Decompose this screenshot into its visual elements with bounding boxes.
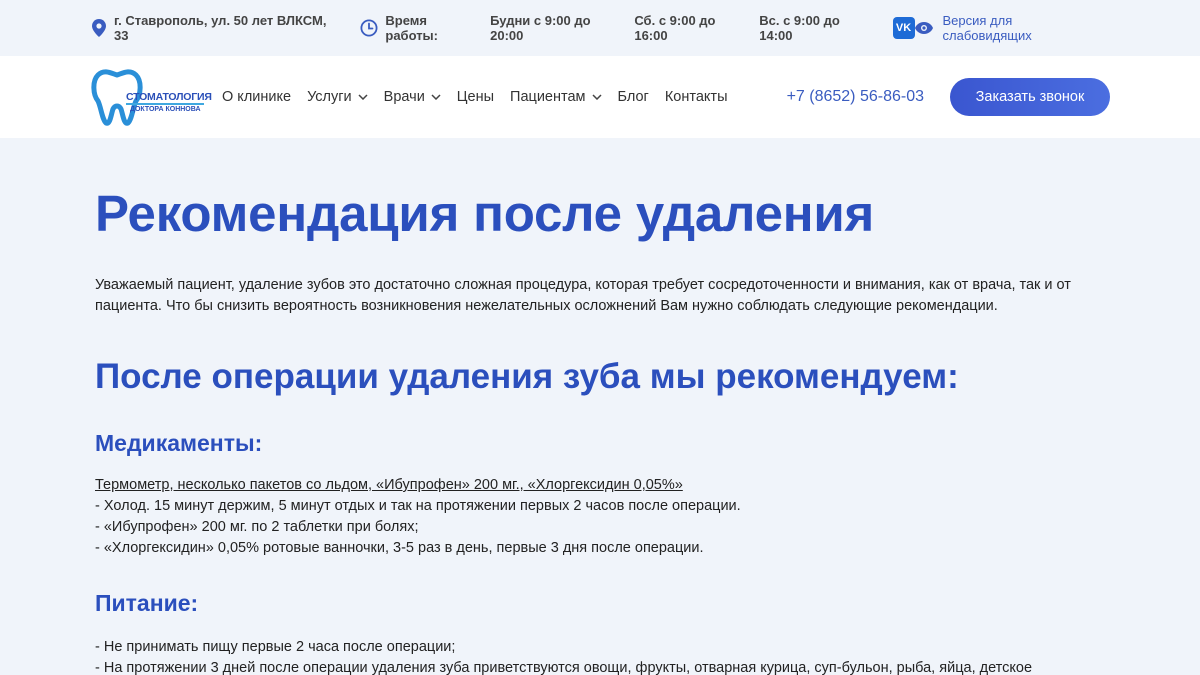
nav-item-label: Пациентам <box>510 89 586 105</box>
list-item: - На протяжении 3 дней после операции уд… <box>95 660 1033 675</box>
accessibility-link[interactable]: Версия для слабовидящих <box>914 13 1105 43</box>
address[interactable]: г. Ставрополь, ул. 50 лет ВЛКСМ, 33 <box>92 13 344 43</box>
nutrition-list: - Не принимать пищу первые 2 часа после … <box>95 637 1105 675</box>
nav-item-contacts[interactable]: Контакты <box>665 89 728 105</box>
location-pin-icon <box>92 19 106 37</box>
hours-saturday: Сб. с 9:00 до 16:00 <box>634 13 716 43</box>
hours-sunday: Вс. с 9:00 до 14:00 <box>759 13 840 43</box>
request-call-button[interactable]: Заказать звонок <box>950 78 1110 116</box>
nutrition-heading: Питание: <box>95 590 199 616</box>
nav-item-label: Врачи <box>383 89 425 105</box>
nav-item-prices[interactable]: Цены <box>457 89 494 105</box>
medications-heading: Медикаменты: <box>95 430 263 456</box>
phone-link[interactable]: +7 (8652) 56-86-03 <box>787 88 924 106</box>
nav-item-about[interactable]: О клинике <box>222 89 291 105</box>
chevron-down-icon <box>431 94 441 100</box>
chevron-down-icon <box>358 94 368 100</box>
medications-summary: Термометр, несколько пакетов со льдом, «… <box>95 477 683 493</box>
article: Рекомендация после удаления Уважаемый па… <box>0 184 1200 675</box>
intro-line: Уважаемый пациент, удаление зубов это до… <box>95 277 1071 293</box>
list-item: - «Ибупрофен» 200 мг. по 2 таблетки при … <box>95 519 419 535</box>
intro-paragraph: Уважаемый пациент, удаление зубов это до… <box>95 275 1105 317</box>
chevron-down-icon <box>591 94 602 100</box>
accessibility-text: Версия для слабовидящих <box>942 13 1032 43</box>
nav-item-services[interactable]: Услуги <box>307 89 368 105</box>
nav-item-patients[interactable]: Пациентам <box>510 89 602 105</box>
eye-icon <box>914 22 933 34</box>
list-item: - Не принимать пищу первые 2 часа после … <box>95 639 456 655</box>
vk-icon[interactable]: VK <box>892 17 915 39</box>
logo-line1: СТОМАТОЛОГИЯ <box>126 91 212 103</box>
clock-icon <box>360 19 378 37</box>
medications-list: Термометр, несколько пакетов со льдом, «… <box>95 475 1105 559</box>
logo-divider <box>126 103 204 105</box>
page-title: Рекомендация после удаления <box>95 185 875 242</box>
nav-item-doctors[interactable]: Врачи <box>384 89 441 105</box>
clinic-logo[interactable]: СТОМАТОЛОГИЯ ДОКТОРА КОННОВА <box>90 65 212 129</box>
top-info-bar: г. Ставрополь, ул. 50 лет ВЛКСМ, 33 Врем… <box>0 0 1200 56</box>
nav-item-label: Услуги <box>307 89 352 105</box>
nav-menu: О клинике Услуги Врачи Цены Пациентам Бл… <box>222 89 744 105</box>
nav-item-label: Блог <box>617 89 649 105</box>
intro-line: пациента. Что бы снизить вероятность воз… <box>95 298 998 314</box>
logo-line2: ДОКТОРА КОННОВА <box>130 106 201 113</box>
hours-weekdays: Будни с 9:00 до 20:00 <box>490 13 591 43</box>
nav-item-blog[interactable]: Блог <box>618 89 649 105</box>
section-subtitle: После операции удаления зуба мы рекоменд… <box>95 357 959 396</box>
main-navigation: СТОМАТОЛОГИЯ ДОКТОРА КОННОВА О клинике У… <box>0 56 1200 138</box>
nav-item-label: О клинике <box>222 89 292 105</box>
address-text: г. Ставрополь, ул. 50 лет ВЛКСМ, 33 <box>113 13 327 43</box>
hours-label: Время работы: <box>385 13 438 43</box>
nav-item-label: Цены <box>456 89 495 105</box>
nav-item-label: Контакты <box>664 89 728 105</box>
working-hours: Время работы: Будни с 9:00 до 20:00 Сб. … <box>360 13 876 43</box>
list-item: - «Хлоргексидин» 0,05% ротовые ванночки,… <box>95 540 704 556</box>
list-item: - Холод. 15 минут держим, 5 минут отдых … <box>95 498 741 514</box>
